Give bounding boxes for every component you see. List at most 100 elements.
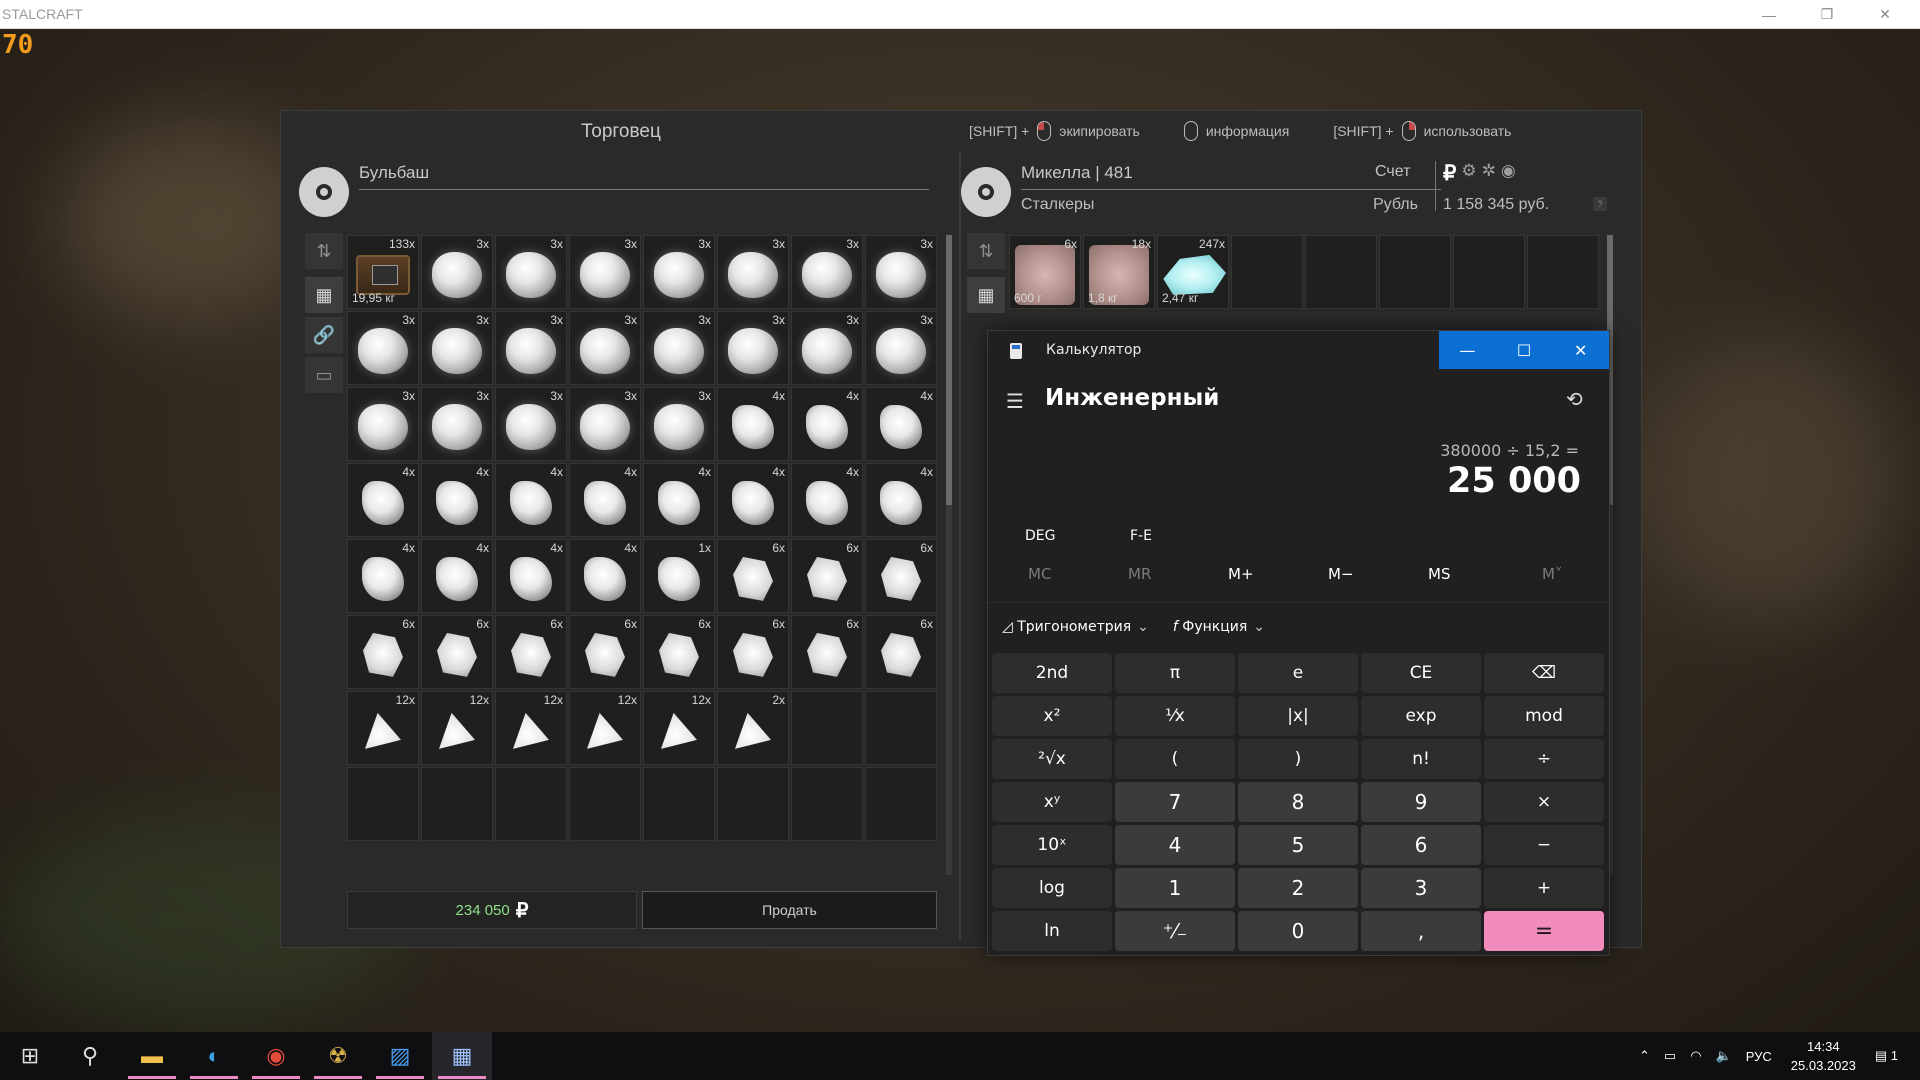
inventory-slot[interactable]: 4x	[569, 463, 641, 537]
wifi-icon[interactable]: ◠	[1690, 1048, 1701, 1064]
inventory-slot[interactable]: 3x	[421, 387, 493, 461]
inventory-slot[interactable]	[643, 767, 715, 841]
inventory-slot[interactable]: 2x	[717, 691, 789, 765]
calc-key[interactable]: xʸ	[992, 782, 1112, 822]
inventory-slot[interactable]: 4x	[495, 539, 567, 613]
inventory-slot[interactable]: 133x 19,95 кг	[347, 235, 419, 309]
inventory-slot[interactable]: 4x	[865, 387, 937, 461]
inventory-slot[interactable]: 6x	[865, 615, 937, 689]
inventory-slot[interactable]: 4x	[717, 463, 789, 537]
inventory-slot[interactable]	[1231, 235, 1303, 309]
inventory-slot[interactable]	[865, 691, 937, 765]
calc-key[interactable]: 9	[1361, 782, 1481, 822]
calc-key[interactable]: =	[1484, 911, 1604, 951]
trader-scrollbar[interactable]	[946, 235, 952, 875]
inventory-slot[interactable]	[791, 767, 863, 841]
inventory-slot[interactable]: 6x	[717, 615, 789, 689]
calc-key[interactable]: )	[1238, 739, 1358, 779]
calc-key[interactable]: log	[992, 868, 1112, 908]
history-icon[interactable]: ⟲	[1566, 387, 1583, 411]
calc-key[interactable]: ×	[1484, 782, 1604, 822]
calculator-maximize-button[interactable]: ☐	[1496, 331, 1553, 369]
inventory-slot[interactable]: 3x	[421, 311, 493, 385]
inventory-slot[interactable]: 6x	[569, 615, 641, 689]
calc-key[interactable]: e	[1238, 653, 1358, 693]
inventory-slot[interactable]: 1x	[643, 539, 715, 613]
close-button[interactable]: ✕	[1856, 0, 1914, 29]
chevron-up-icon[interactable]: ⌃	[1639, 1048, 1650, 1064]
inventory-slot[interactable]: 12x	[347, 691, 419, 765]
inventory-slot[interactable]: 3x	[347, 311, 419, 385]
calc-key[interactable]: 1	[1115, 868, 1235, 908]
calc-key[interactable]: CE	[1361, 653, 1481, 693]
calc-key[interactable]: ¹⁄x	[1115, 696, 1235, 736]
inventory-slot[interactable]	[791, 691, 863, 765]
help-icon[interactable]: ?	[1593, 197, 1607, 211]
calc-key[interactable]: π	[1115, 653, 1235, 693]
calc-key[interactable]: 10ˣ	[992, 825, 1112, 865]
inventory-slot[interactable]: 3x	[347, 387, 419, 461]
inventory-slot[interactable]	[569, 767, 641, 841]
inventory-slot[interactable]: 6x	[717, 539, 789, 613]
calc-key[interactable]: (	[1115, 739, 1235, 779]
calc-key[interactable]: 7	[1115, 782, 1235, 822]
grid-view-icon[interactable]: ▦	[305, 277, 343, 313]
memory-list-button[interactable]: M˅	[1542, 565, 1562, 583]
function-dropdown[interactable]: f Функция ⌄	[1173, 619, 1265, 635]
inventory-slot[interactable]	[865, 767, 937, 841]
inventory-slot[interactable]: 4x	[791, 463, 863, 537]
inventory-slot[interactable]: 3x	[791, 235, 863, 309]
inventory-slot[interactable]: 3x	[495, 387, 567, 461]
archive-icon[interactable]: ▭	[305, 357, 343, 393]
calc-key[interactable]: ²√x	[992, 739, 1112, 779]
inventory-slot[interactable]: 247x 2,47 кг	[1157, 235, 1229, 309]
inventory-slot[interactable]	[717, 767, 789, 841]
sell-button[interactable]: Продать	[642, 891, 937, 929]
calc-key[interactable]: |x|	[1238, 696, 1358, 736]
inventory-slot[interactable]: 6x	[495, 615, 567, 689]
inventory-slot[interactable]: 12x	[495, 691, 567, 765]
inventory-slot[interactable]: 12x	[421, 691, 493, 765]
inventory-slot[interactable]: 3x	[791, 311, 863, 385]
calc-key[interactable]: 6	[1361, 825, 1481, 865]
inventory-slot[interactable]: 6x	[347, 615, 419, 689]
hamburger-menu-icon[interactable]: ☰	[1006, 389, 1024, 413]
cog-currency-icon[interactable]: ✲	[1482, 161, 1496, 186]
mminus-button[interactable]: M−	[1328, 565, 1354, 583]
photos-icon[interactable]: ▨	[370, 1032, 430, 1080]
sort-icon[interactable]: ⇅	[305, 233, 343, 269]
calc-key[interactable]: 4	[1115, 825, 1235, 865]
inventory-slot[interactable]	[1527, 235, 1599, 309]
inventory-slot[interactable]: 4x	[347, 463, 419, 537]
inventory-slot[interactable]	[495, 767, 567, 841]
calc-key[interactable]: −	[1484, 825, 1604, 865]
inventory-slot[interactable]: 18x 1,8 кг	[1083, 235, 1155, 309]
sort-icon[interactable]: ⇅	[967, 233, 1005, 269]
inventory-slot[interactable]: 3x	[569, 235, 641, 309]
inventory-slot[interactable]: 4x	[421, 539, 493, 613]
inventory-slot[interactable]: 6x	[643, 615, 715, 689]
calc-key[interactable]: 0	[1238, 911, 1358, 951]
inventory-slot[interactable]: 3x	[865, 235, 937, 309]
inventory-slot[interactable]: 3x	[865, 311, 937, 385]
calc-key[interactable]: ln	[992, 911, 1112, 951]
inventory-slot[interactable]	[1379, 235, 1451, 309]
ruble-currency-icon[interactable]: ₽	[1443, 161, 1456, 186]
grid-view-icon[interactable]: ▦	[967, 277, 1005, 313]
mc-button[interactable]: MC	[1028, 565, 1051, 583]
mr-button[interactable]: MR	[1128, 565, 1151, 583]
restore-button[interactable]: ❐	[1798, 0, 1856, 29]
inventory-slot[interactable]: 4x	[791, 387, 863, 461]
mplus-button[interactable]: M+	[1228, 565, 1254, 583]
minimize-button[interactable]: —	[1740, 0, 1798, 29]
notification-icon[interactable]: ▤ 1	[1875, 1048, 1898, 1064]
inventory-slot[interactable]: 3x	[421, 235, 493, 309]
stalcraft-icon[interactable]: ☢	[308, 1032, 368, 1080]
inventory-slot[interactable]	[1453, 235, 1525, 309]
inventory-slot[interactable]: 6x 600 г	[1009, 235, 1081, 309]
inventory-slot[interactable]	[1305, 235, 1377, 309]
calc-key[interactable]: ⌫	[1484, 653, 1604, 693]
battery-icon[interactable]: ▭	[1664, 1048, 1676, 1064]
inventory-slot[interactable]: 3x	[569, 311, 641, 385]
inventory-slot[interactable]: 4x	[347, 539, 419, 613]
